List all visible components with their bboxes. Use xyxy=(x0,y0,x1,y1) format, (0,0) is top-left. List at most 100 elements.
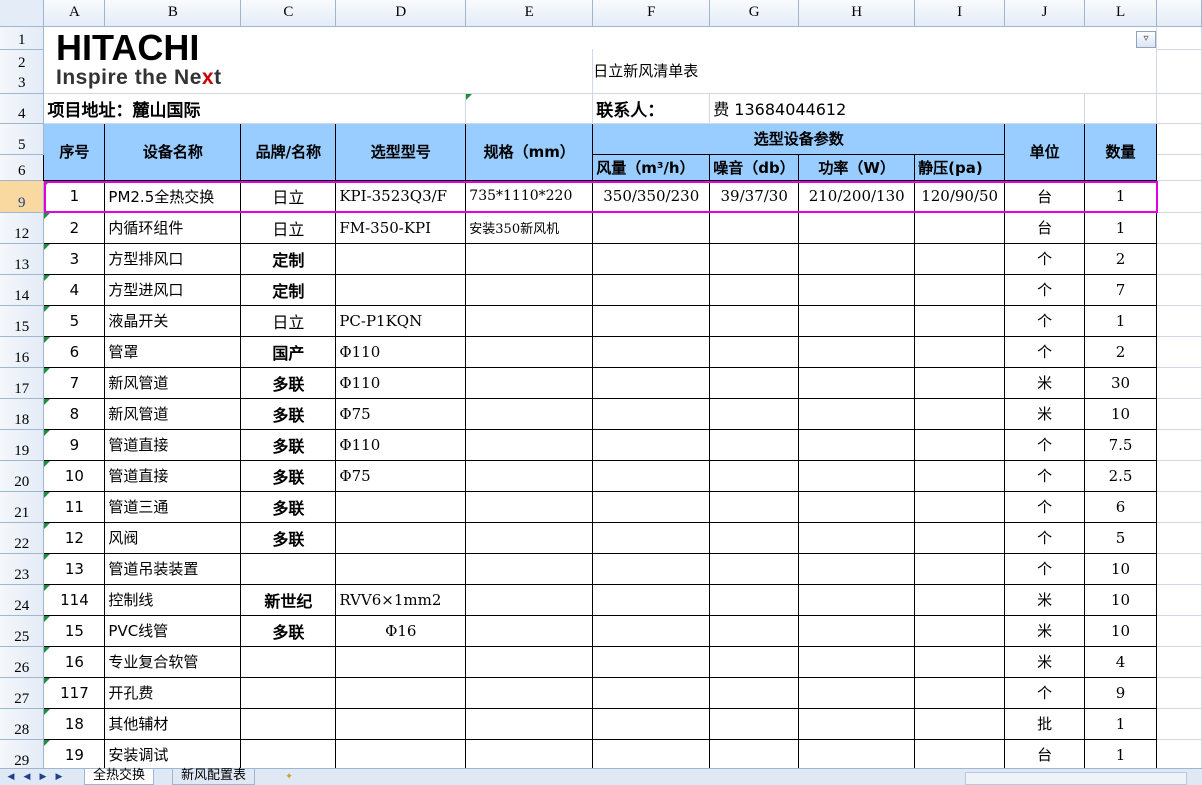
brand-cell[interactable]: 新世纪 xyxy=(240,583,337,616)
row-header[interactable]: 5 xyxy=(0,123,45,155)
seq-cell[interactable]: 11 xyxy=(43,490,106,523)
pressure-cell[interactable] xyxy=(914,676,1006,709)
airflow-cell[interactable] xyxy=(592,521,711,554)
power-cell[interactable] xyxy=(798,242,916,275)
power-cell[interactable] xyxy=(798,211,916,244)
seq-cell[interactable]: 1 xyxy=(43,179,106,213)
pressure-cell[interactable] xyxy=(914,707,1006,740)
power-cell[interactable] xyxy=(798,273,916,306)
row-header[interactable]: 27 xyxy=(0,677,45,709)
seq-cell[interactable]: 3 xyxy=(43,242,106,275)
qty-cell[interactable]: 9 xyxy=(1084,676,1157,709)
unit-cell[interactable]: 米 xyxy=(1004,583,1086,616)
row-header[interactable]: 22 xyxy=(0,522,45,554)
power-cell[interactable] xyxy=(798,459,916,492)
qty-cell[interactable]: 4 xyxy=(1084,645,1157,678)
pressure-cell[interactable]: 120/90/50 xyxy=(914,179,1006,213)
col-header[interactable]: B xyxy=(104,0,242,27)
qty-cell[interactable]: 1 xyxy=(1084,211,1157,244)
airflow-cell[interactable] xyxy=(592,304,711,337)
name-cell[interactable]: PM2.5全热交换 xyxy=(104,179,242,213)
pressure-cell[interactable] xyxy=(914,273,1006,306)
unit-cell[interactable]: 个 xyxy=(1004,273,1086,306)
col-header[interactable]: E xyxy=(465,0,594,27)
model-cell[interactable] xyxy=(335,707,467,740)
airflow-cell[interactable] xyxy=(592,583,711,616)
seq-cell[interactable]: 7 xyxy=(43,366,106,399)
spec-cell[interactable] xyxy=(465,490,594,523)
row-header[interactable]: 29 xyxy=(0,739,45,768)
qty-cell[interactable]: 2 xyxy=(1084,335,1157,368)
col-header[interactable]: A xyxy=(43,0,106,27)
spec-cell[interactable] xyxy=(465,552,594,585)
row-header[interactable]: 1 xyxy=(0,26,45,50)
name-cell[interactable]: 内循环组件 xyxy=(104,211,242,244)
model-cell[interactable] xyxy=(335,676,467,709)
unit-cell[interactable]: 个 xyxy=(1004,304,1086,337)
row-header[interactable]: 20 xyxy=(0,460,45,492)
noise-cell[interactable] xyxy=(709,273,800,306)
pressure-cell[interactable] xyxy=(914,738,1006,768)
seq-cell[interactable]: 15 xyxy=(43,614,106,647)
qty-cell[interactable]: 1 xyxy=(1084,738,1157,768)
model-cell[interactable]: Φ110 xyxy=(335,366,467,399)
seq-cell[interactable]: 19 xyxy=(43,738,106,768)
insert-sheet-icon[interactable]: ✦ xyxy=(282,771,296,783)
name-cell[interactable]: 风阀 xyxy=(104,521,242,554)
noise-cell[interactable] xyxy=(709,428,800,461)
model-cell[interactable]: KPI-3523Q3/F xyxy=(335,179,467,213)
qty-cell[interactable]: 6 xyxy=(1084,490,1157,523)
col-header[interactable]: H xyxy=(798,0,916,27)
name-cell[interactable]: 其他辅材 xyxy=(104,707,242,740)
row-header[interactable]: 28 xyxy=(0,708,45,740)
noise-cell[interactable] xyxy=(709,583,800,616)
noise-cell[interactable] xyxy=(709,738,800,768)
qty-cell[interactable]: 2.5 xyxy=(1084,459,1157,492)
airflow-cell[interactable] xyxy=(592,738,711,768)
spec-cell[interactable] xyxy=(465,273,594,306)
model-cell[interactable]: RVV6×1mm2 xyxy=(335,583,467,616)
qty-cell[interactable]: 1 xyxy=(1084,707,1157,740)
spec-cell[interactable] xyxy=(465,676,594,709)
airflow-cell[interactable] xyxy=(592,552,711,585)
prev-sheet-icon[interactable]: ◀ xyxy=(20,771,34,783)
airflow-cell[interactable] xyxy=(592,273,711,306)
power-cell[interactable] xyxy=(798,428,916,461)
noise-cell[interactable] xyxy=(709,459,800,492)
name-cell[interactable]: 管道三通 xyxy=(104,490,242,523)
name-cell[interactable]: 开孔费 xyxy=(104,676,242,709)
col-header[interactable]: J xyxy=(1004,0,1086,27)
airflow-cell[interactable] xyxy=(592,459,711,492)
name-cell[interactable]: 新风管道 xyxy=(104,397,242,430)
spec-cell[interactable] xyxy=(465,366,594,399)
power-cell[interactable] xyxy=(798,738,916,768)
brand-cell[interactable]: 定制 xyxy=(240,242,337,275)
model-cell[interactable] xyxy=(335,645,467,678)
horizontal-scrollbar[interactable] xyxy=(965,772,1187,785)
power-cell[interactable] xyxy=(798,366,916,399)
power-cell[interactable] xyxy=(798,552,916,585)
name-cell[interactable]: PVC线管 xyxy=(104,614,242,647)
col-header[interactable]: L xyxy=(1084,0,1157,27)
airflow-cell[interactable] xyxy=(592,490,711,523)
unit-cell[interactable]: 个 xyxy=(1004,335,1086,368)
brand-cell[interactable]: 多联 xyxy=(240,490,337,523)
spec-cell[interactable]: 安装350新风机 xyxy=(465,211,594,244)
next-sheet-icon[interactable]: ▶ xyxy=(36,771,50,783)
seq-cell[interactable]: 117 xyxy=(43,676,106,709)
noise-cell[interactable]: 39/37/30 xyxy=(709,179,800,213)
row-header[interactable]: 17 xyxy=(0,367,45,399)
spec-cell[interactable] xyxy=(465,707,594,740)
unit-cell[interactable]: 个 xyxy=(1004,428,1086,461)
noise-cell[interactable] xyxy=(709,242,800,275)
model-cell[interactable]: Φ75 xyxy=(335,397,467,430)
row-header[interactable]: 14 xyxy=(0,274,45,306)
pressure-cell[interactable] xyxy=(914,304,1006,337)
unit-cell[interactable]: 米 xyxy=(1004,645,1086,678)
model-cell[interactable]: Φ75 xyxy=(335,459,467,492)
spec-cell[interactable] xyxy=(465,335,594,368)
brand-cell[interactable]: 多联 xyxy=(240,614,337,647)
name-cell[interactable]: 液晶开关 xyxy=(104,304,242,337)
brand-cell[interactable]: 多联 xyxy=(240,428,337,461)
spec-cell[interactable] xyxy=(465,459,594,492)
